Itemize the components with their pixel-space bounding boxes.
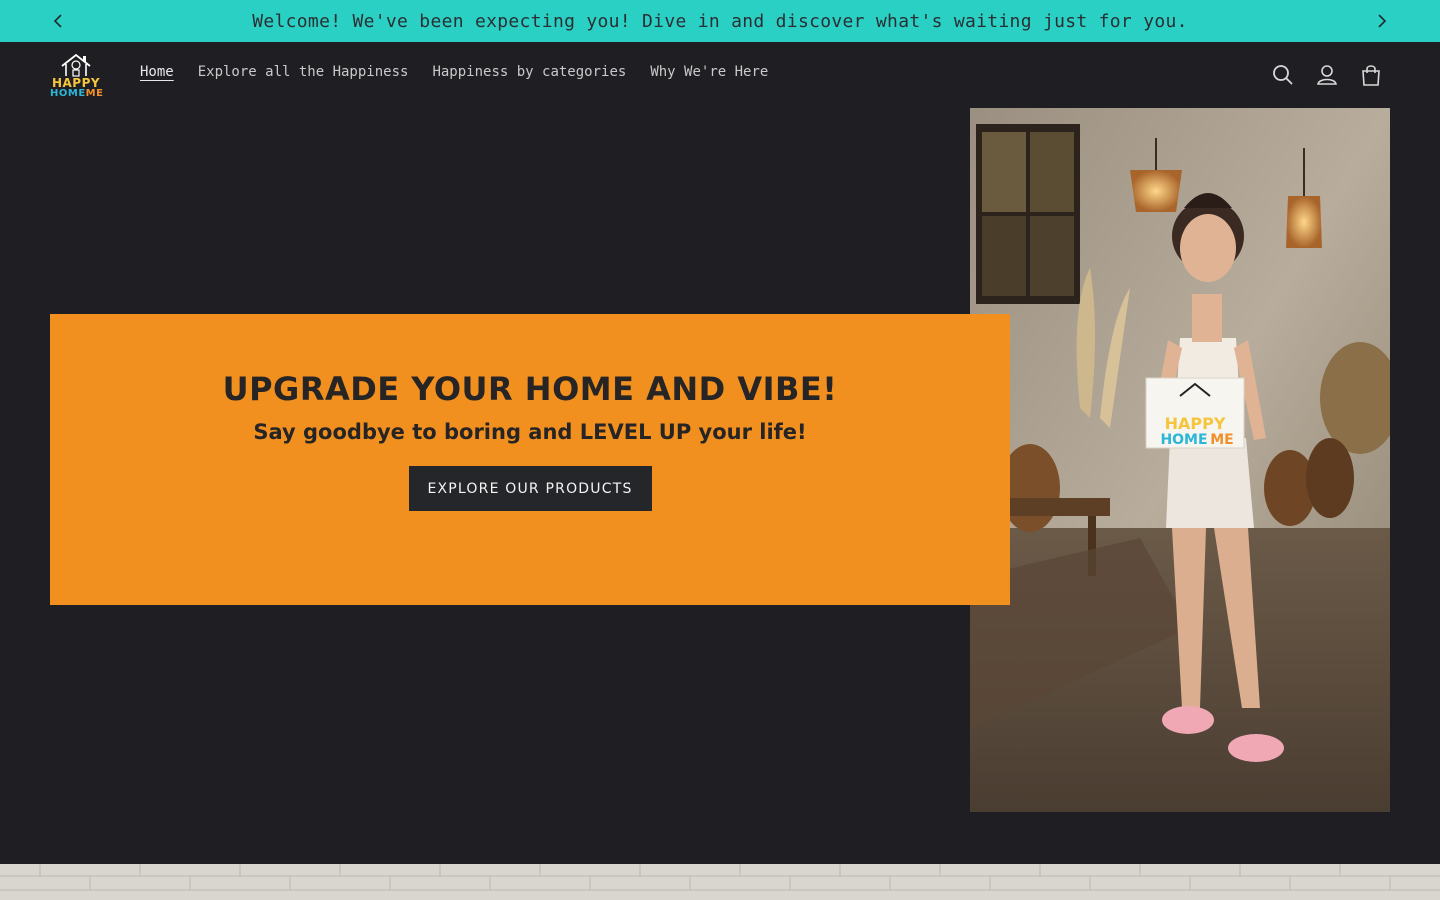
nav-explore-all[interactable]: Explore all the Happiness <box>198 64 409 80</box>
sign-text-home: HOME <box>1160 432 1207 448</box>
site-header: HAPPY HOMEME Home Explore all the Happin… <box>0 42 1440 108</box>
logo-text-me: ME <box>85 88 104 99</box>
hero-subtitle: Say goodbye to boring and LEVEL UP your … <box>253 420 807 444</box>
hero-title: UPGRADE YOUR HOME AND VIBE! <box>222 370 838 408</box>
account-icon[interactable] <box>1316 63 1338 87</box>
announcement-prev-button[interactable] <box>38 0 78 42</box>
nav-categories[interactable]: Happiness by categories <box>432 64 626 80</box>
chevron-right-icon <box>1378 14 1387 28</box>
announcement-next-button[interactable] <box>1362 0 1402 42</box>
explore-products-button[interactable]: EXPLORE OUR PRODUCTS <box>408 466 652 511</box>
announcement-bar: Welcome! We've been expecting you! Dive … <box>0 0 1440 42</box>
nav-why-here[interactable]: Why We're Here <box>650 64 768 80</box>
brick-wall-image <box>0 864 1440 900</box>
announcement-text: Welcome! We've been expecting you! Dive … <box>252 10 1188 32</box>
hero-photo: HAPPY HOME ME <box>970 108 1390 812</box>
hero-image: HAPPY HOME ME <box>970 108 1390 812</box>
logo-text-homeme: HOMEME <box>50 88 104 100</box>
main-nav: Home Explore all the Happiness Happiness… <box>140 64 768 80</box>
logo[interactable]: HAPPY HOMEME <box>50 52 104 100</box>
logo-text-home: HOME <box>50 88 86 99</box>
sign-text-me: ME <box>1210 432 1234 448</box>
house-logo-icon <box>61 53 91 77</box>
next-section-preview <box>0 864 1440 900</box>
search-icon[interactable] <box>1272 63 1294 87</box>
chevron-left-icon <box>53 14 62 28</box>
nav-home[interactable]: Home <box>140 64 174 80</box>
hero-card: UPGRADE YOUR HOME AND VIBE! Say goodbye … <box>50 314 1010 605</box>
header-actions <box>1272 63 1382 87</box>
cart-icon[interactable] <box>1360 63 1382 87</box>
sign-text-happy: HAPPY <box>1165 414 1226 433</box>
